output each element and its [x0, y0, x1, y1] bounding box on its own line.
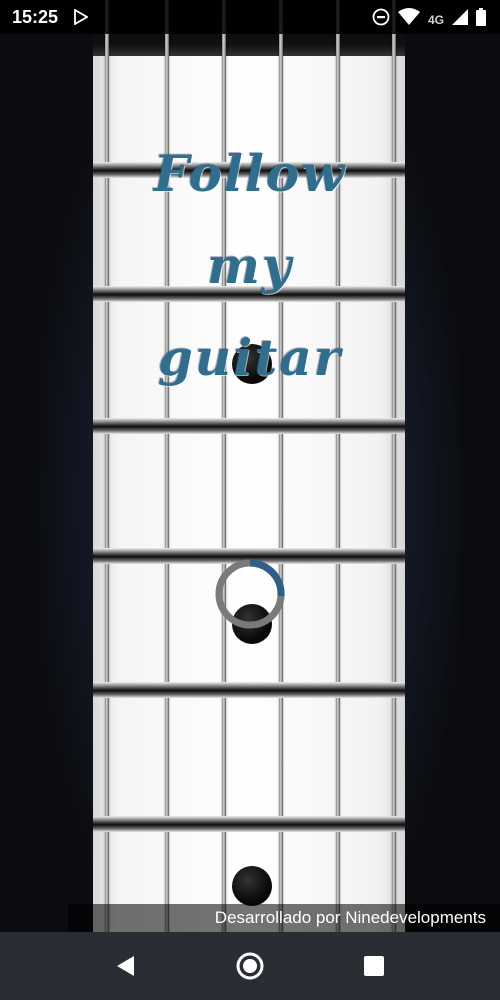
play-store-icon: [74, 8, 89, 30]
guitar-fret: [93, 682, 405, 698]
do-not-disturb-icon: [372, 8, 390, 31]
guitar-fret: [93, 418, 405, 434]
home-icon[interactable]: [235, 952, 264, 980]
loading-spinner: [214, 558, 286, 630]
guitar-fret: [93, 816, 405, 832]
back-icon[interactable]: [112, 952, 140, 980]
app-title-line: Follow: [153, 144, 347, 203]
status-time: 15:25: [12, 7, 59, 27]
app-title: Follow my guitar: [150, 128, 350, 404]
status-icons: 4G: [372, 8, 486, 31]
credit-banner: Desarrollado por Ninedevelopments: [68, 904, 500, 932]
credit-text: Desarrollado por Ninedevelopments: [214, 908, 486, 927]
navigation-bar: [0, 932, 500, 1000]
app-title-line: my: [207, 236, 293, 295]
battery-icon: [476, 8, 486, 31]
guitar-string: [392, 0, 396, 1000]
recents-icon[interactable]: [360, 952, 388, 980]
status-bar: 15:25 4G: [0, 0, 500, 34]
signal-icon: [452, 9, 468, 30]
network-type-label: 4G: [427, 12, 444, 27]
fret-marker-dot: [232, 866, 272, 906]
app-title-line: guitar: [157, 328, 343, 387]
wifi-icon: [397, 8, 420, 31]
guitar-string: [105, 0, 109, 1000]
